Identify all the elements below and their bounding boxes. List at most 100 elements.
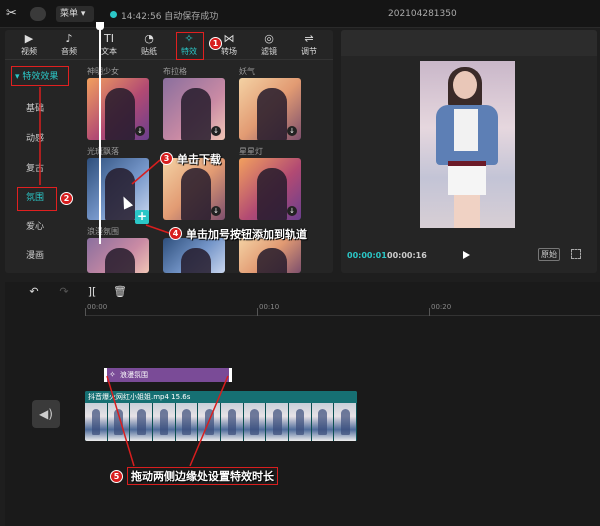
- delete-icon[interactable]: 🗑: [113, 284, 127, 300]
- preview-figure: [453, 71, 477, 99]
- menu-button[interactable]: 菜单 ▾: [56, 6, 94, 22]
- adjust-icon: ⇌: [304, 32, 314, 45]
- category-comic[interactable]: 漫画: [5, 245, 77, 267]
- track-mute-icon[interactable]: ◀): [32, 400, 60, 428]
- user-avatar[interactable]: [30, 7, 46, 21]
- silhouette: [105, 88, 135, 140]
- filter-icon: ◎: [264, 32, 274, 45]
- effect-thumb-row3-right[interactable]: [239, 238, 301, 273]
- download-icon[interactable]: ↓: [211, 206, 221, 216]
- ruler-tick: [429, 308, 430, 316]
- player-panel: 00:00:01 00:00:16 原始: [341, 30, 597, 273]
- category-retro[interactable]: 复古: [5, 158, 77, 180]
- category-dynamic[interactable]: 动感: [5, 128, 77, 150]
- effect-label: 妖气: [239, 67, 255, 76]
- tab-audio[interactable]: ♪ 音频: [51, 32, 87, 60]
- ruler-label: 00:00: [87, 303, 108, 311]
- preview-figure: [448, 161, 486, 166]
- effect-label: 浪漫氛围: [87, 227, 119, 236]
- tab-label: 贴纸: [141, 47, 157, 56]
- timeline-ruler[interactable]: 00:00 00:10 00:20: [85, 302, 600, 316]
- video-clip-label: 抖音爆火网红小姐姐.mp4 15.6s: [85, 391, 357, 403]
- text-icon: TI: [104, 32, 114, 45]
- clip-frame: [243, 403, 267, 441]
- video-clip[interactable]: 抖音爆火网红小姐姐.mp4 15.6s: [85, 391, 357, 441]
- tab-label: 文本: [101, 47, 117, 56]
- ratio-button[interactable]: 原始: [538, 248, 560, 261]
- effect-thumb-xingxingdeng[interactable]: ↓: [239, 158, 301, 220]
- effect-thumb-yaoqi[interactable]: ↓: [239, 78, 301, 140]
- timeline-panel: ↶ ↷ ][ 🗑 00:00 00:10 00:20 ◀) ✧ 浪漫氛围 抖音爆…: [5, 282, 600, 526]
- ruler-label: 00:10: [259, 303, 280, 311]
- save-status-text: 14:42:56 自动保存成功: [121, 12, 219, 22]
- tab-adjust[interactable]: ⇌ 调节: [291, 32, 327, 60]
- category-love[interactable]: 爱心: [5, 216, 77, 238]
- video-icon: ▶: [24, 32, 34, 45]
- effect-thumb-langman[interactable]: [87, 238, 149, 273]
- title-bar: ✂ 菜单 ▾ 14:42:56 自动保存成功 202104281350: [0, 0, 600, 28]
- silhouette: [257, 168, 287, 220]
- silhouette: [257, 248, 287, 273]
- effect-thumb-row3-middle[interactable]: [163, 238, 225, 273]
- clip-frame: [289, 403, 312, 441]
- download-icon[interactable]: ↓: [287, 126, 297, 136]
- clip-frame: [153, 403, 176, 441]
- ruler-label: 00:20: [431, 303, 452, 311]
- video-clip-frames: [85, 403, 357, 441]
- clip-frame: [107, 403, 131, 441]
- preview-figure: [454, 109, 478, 151]
- preview-figure: [448, 161, 486, 195]
- step-badge-3: 3: [160, 152, 173, 165]
- effect-clip-right-handle[interactable]: [229, 368, 232, 382]
- total-time: 00:00:16: [387, 251, 427, 260]
- tab-text[interactable]: TI 文本: [91, 32, 127, 60]
- download-icon[interactable]: ↓: [135, 126, 145, 136]
- playhead[interactable]: [99, 22, 101, 244]
- preview-figure: [454, 195, 480, 228]
- download-icon[interactable]: ↓: [287, 206, 297, 216]
- effect-thumb-row2-middle[interactable]: ↓: [163, 158, 225, 220]
- sticker-icon: ◔: [144, 32, 154, 45]
- player-header: [341, 30, 597, 56]
- tab-filter[interactable]: ◎ 滤镜: [251, 32, 287, 60]
- callout-step4: 单击加号按钮添加到轨道: [186, 228, 307, 241]
- clip-frame: [266, 403, 290, 441]
- clip-frame: [130, 403, 154, 441]
- download-icon[interactable]: ↓: [211, 126, 221, 136]
- tab-label: 调节: [301, 47, 317, 56]
- silhouette: [105, 168, 135, 220]
- clip-frame: [221, 403, 244, 441]
- project-name: 202104281350: [388, 9, 457, 19]
- step-badge-1: 1: [209, 37, 222, 50]
- tab-sticker[interactable]: ◔ 贴纸: [131, 32, 167, 60]
- effect-clip-left-handle[interactable]: [104, 368, 107, 382]
- silhouette: [181, 248, 211, 273]
- highlight-effects-tab: [176, 32, 204, 60]
- category-basic[interactable]: 基础: [5, 98, 77, 120]
- tab-label: 滤镜: [261, 47, 277, 56]
- highlight-category-header: [11, 66, 69, 86]
- playhead-handle[interactable]: [96, 22, 104, 30]
- tab-video[interactable]: ▶ 视频: [11, 32, 47, 60]
- effect-thumb-shenming[interactable]: ↓: [87, 78, 149, 140]
- undo-icon[interactable]: ↶: [27, 284, 41, 300]
- current-time: 00:00:01: [347, 251, 387, 260]
- effect-clip-label: 浪漫氛围: [120, 371, 148, 379]
- split-icon[interactable]: ][: [85, 284, 99, 300]
- effect-label: 神明少女: [87, 67, 119, 76]
- redo-icon[interactable]: ↷: [57, 284, 71, 300]
- play-icon[interactable]: [463, 251, 470, 259]
- capcut-logo-icon: ✂: [6, 6, 17, 21]
- ruler-tick: [85, 308, 86, 316]
- clip-frame: [175, 403, 199, 441]
- effect-clip-langman[interactable]: ✧ 浪漫氛围: [104, 368, 232, 382]
- effect-label: 光斑飘落: [87, 147, 119, 156]
- fullscreen-icon[interactable]: [571, 249, 581, 259]
- add-to-track-button[interactable]: +: [135, 210, 149, 224]
- callout-step3: 单击下载: [177, 153, 221, 166]
- effect-thumb-prague[interactable]: ↓: [163, 78, 225, 140]
- effect-label: 星星灯: [239, 147, 263, 156]
- material-toolbar: ▶ 视频 ♪ 音频 TI 文本 ◔ 贴纸 ✧ 特效 ⋈ 转场 ◎ 滤镜 ⇌ 调节: [5, 30, 333, 60]
- video-preview[interactable]: [420, 61, 515, 228]
- highlight-category-atmosphere: [17, 187, 57, 211]
